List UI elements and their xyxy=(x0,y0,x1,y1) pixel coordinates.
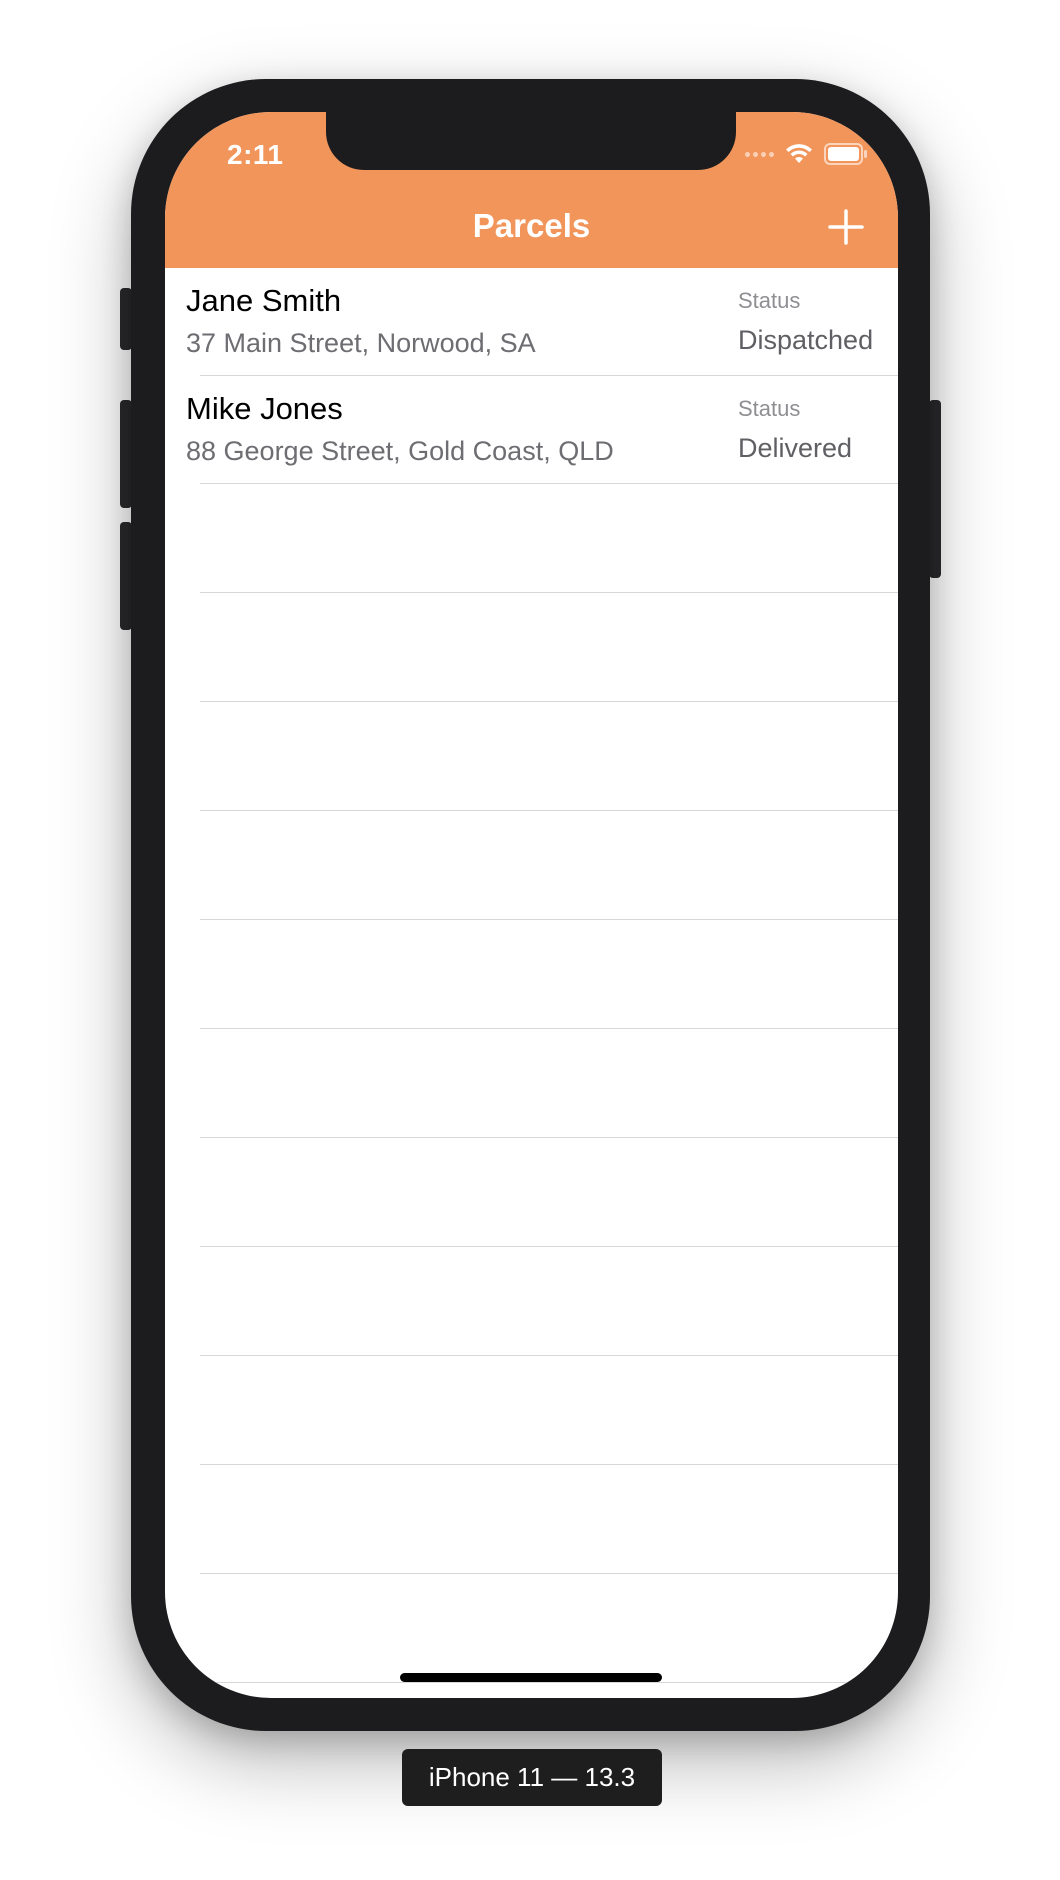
device-screen: 2:11 Parcels Jane Smith 37 Main Street, … xyxy=(165,112,898,1698)
battery-icon xyxy=(824,143,867,165)
status-time: 2:11 xyxy=(227,139,284,170)
empty-row xyxy=(165,1029,898,1138)
plus-icon xyxy=(828,209,864,245)
simulator-device-label: iPhone 11 — 13.3 xyxy=(402,1749,662,1806)
navigation-bar: 2:11 Parcels xyxy=(165,112,898,268)
recipient-name: Mike Jones xyxy=(186,391,343,426)
parcel-row[interactable]: Mike Jones 88 George Street, Gold Coast,… xyxy=(165,376,898,484)
power-button xyxy=(929,400,941,578)
empty-row xyxy=(165,1574,898,1683)
empty-row xyxy=(165,920,898,1029)
device-notch xyxy=(326,112,736,170)
status-value: Delivered xyxy=(738,433,853,463)
wifi-icon xyxy=(786,144,812,163)
recipient-name: Jane Smith xyxy=(186,283,342,318)
empty-row xyxy=(165,1247,898,1356)
recipient-address: 37 Main Street, Norwood, SA xyxy=(186,328,536,358)
add-parcel-button[interactable] xyxy=(826,207,866,247)
simulator-stage: 2:11 Parcels Jane Smith 37 Main Street, … xyxy=(0,0,1060,1880)
page-title: Parcels xyxy=(472,207,591,244)
empty-row xyxy=(165,1138,898,1247)
status-label: Status xyxy=(738,288,801,313)
empty-row xyxy=(165,484,898,593)
empty-row xyxy=(165,1356,898,1465)
status-label: Status xyxy=(738,396,801,421)
cellular-signal-icon xyxy=(745,151,774,157)
recipient-address: 88 George Street, Gold Coast, QLD xyxy=(186,436,614,466)
parcel-list: Jane Smith 37 Main Street, Norwood, SA S… xyxy=(165,268,898,1683)
row-separator xyxy=(200,1682,898,1683)
empty-row xyxy=(165,1465,898,1574)
home-indicator[interactable] xyxy=(400,1673,662,1682)
empty-row xyxy=(165,811,898,920)
status-value: Dispatched xyxy=(738,325,874,355)
empty-row xyxy=(165,702,898,811)
status-icons xyxy=(745,142,868,166)
empty-row xyxy=(165,593,898,702)
parcel-row[interactable]: Jane Smith 37 Main Street, Norwood, SA S… xyxy=(165,268,898,376)
